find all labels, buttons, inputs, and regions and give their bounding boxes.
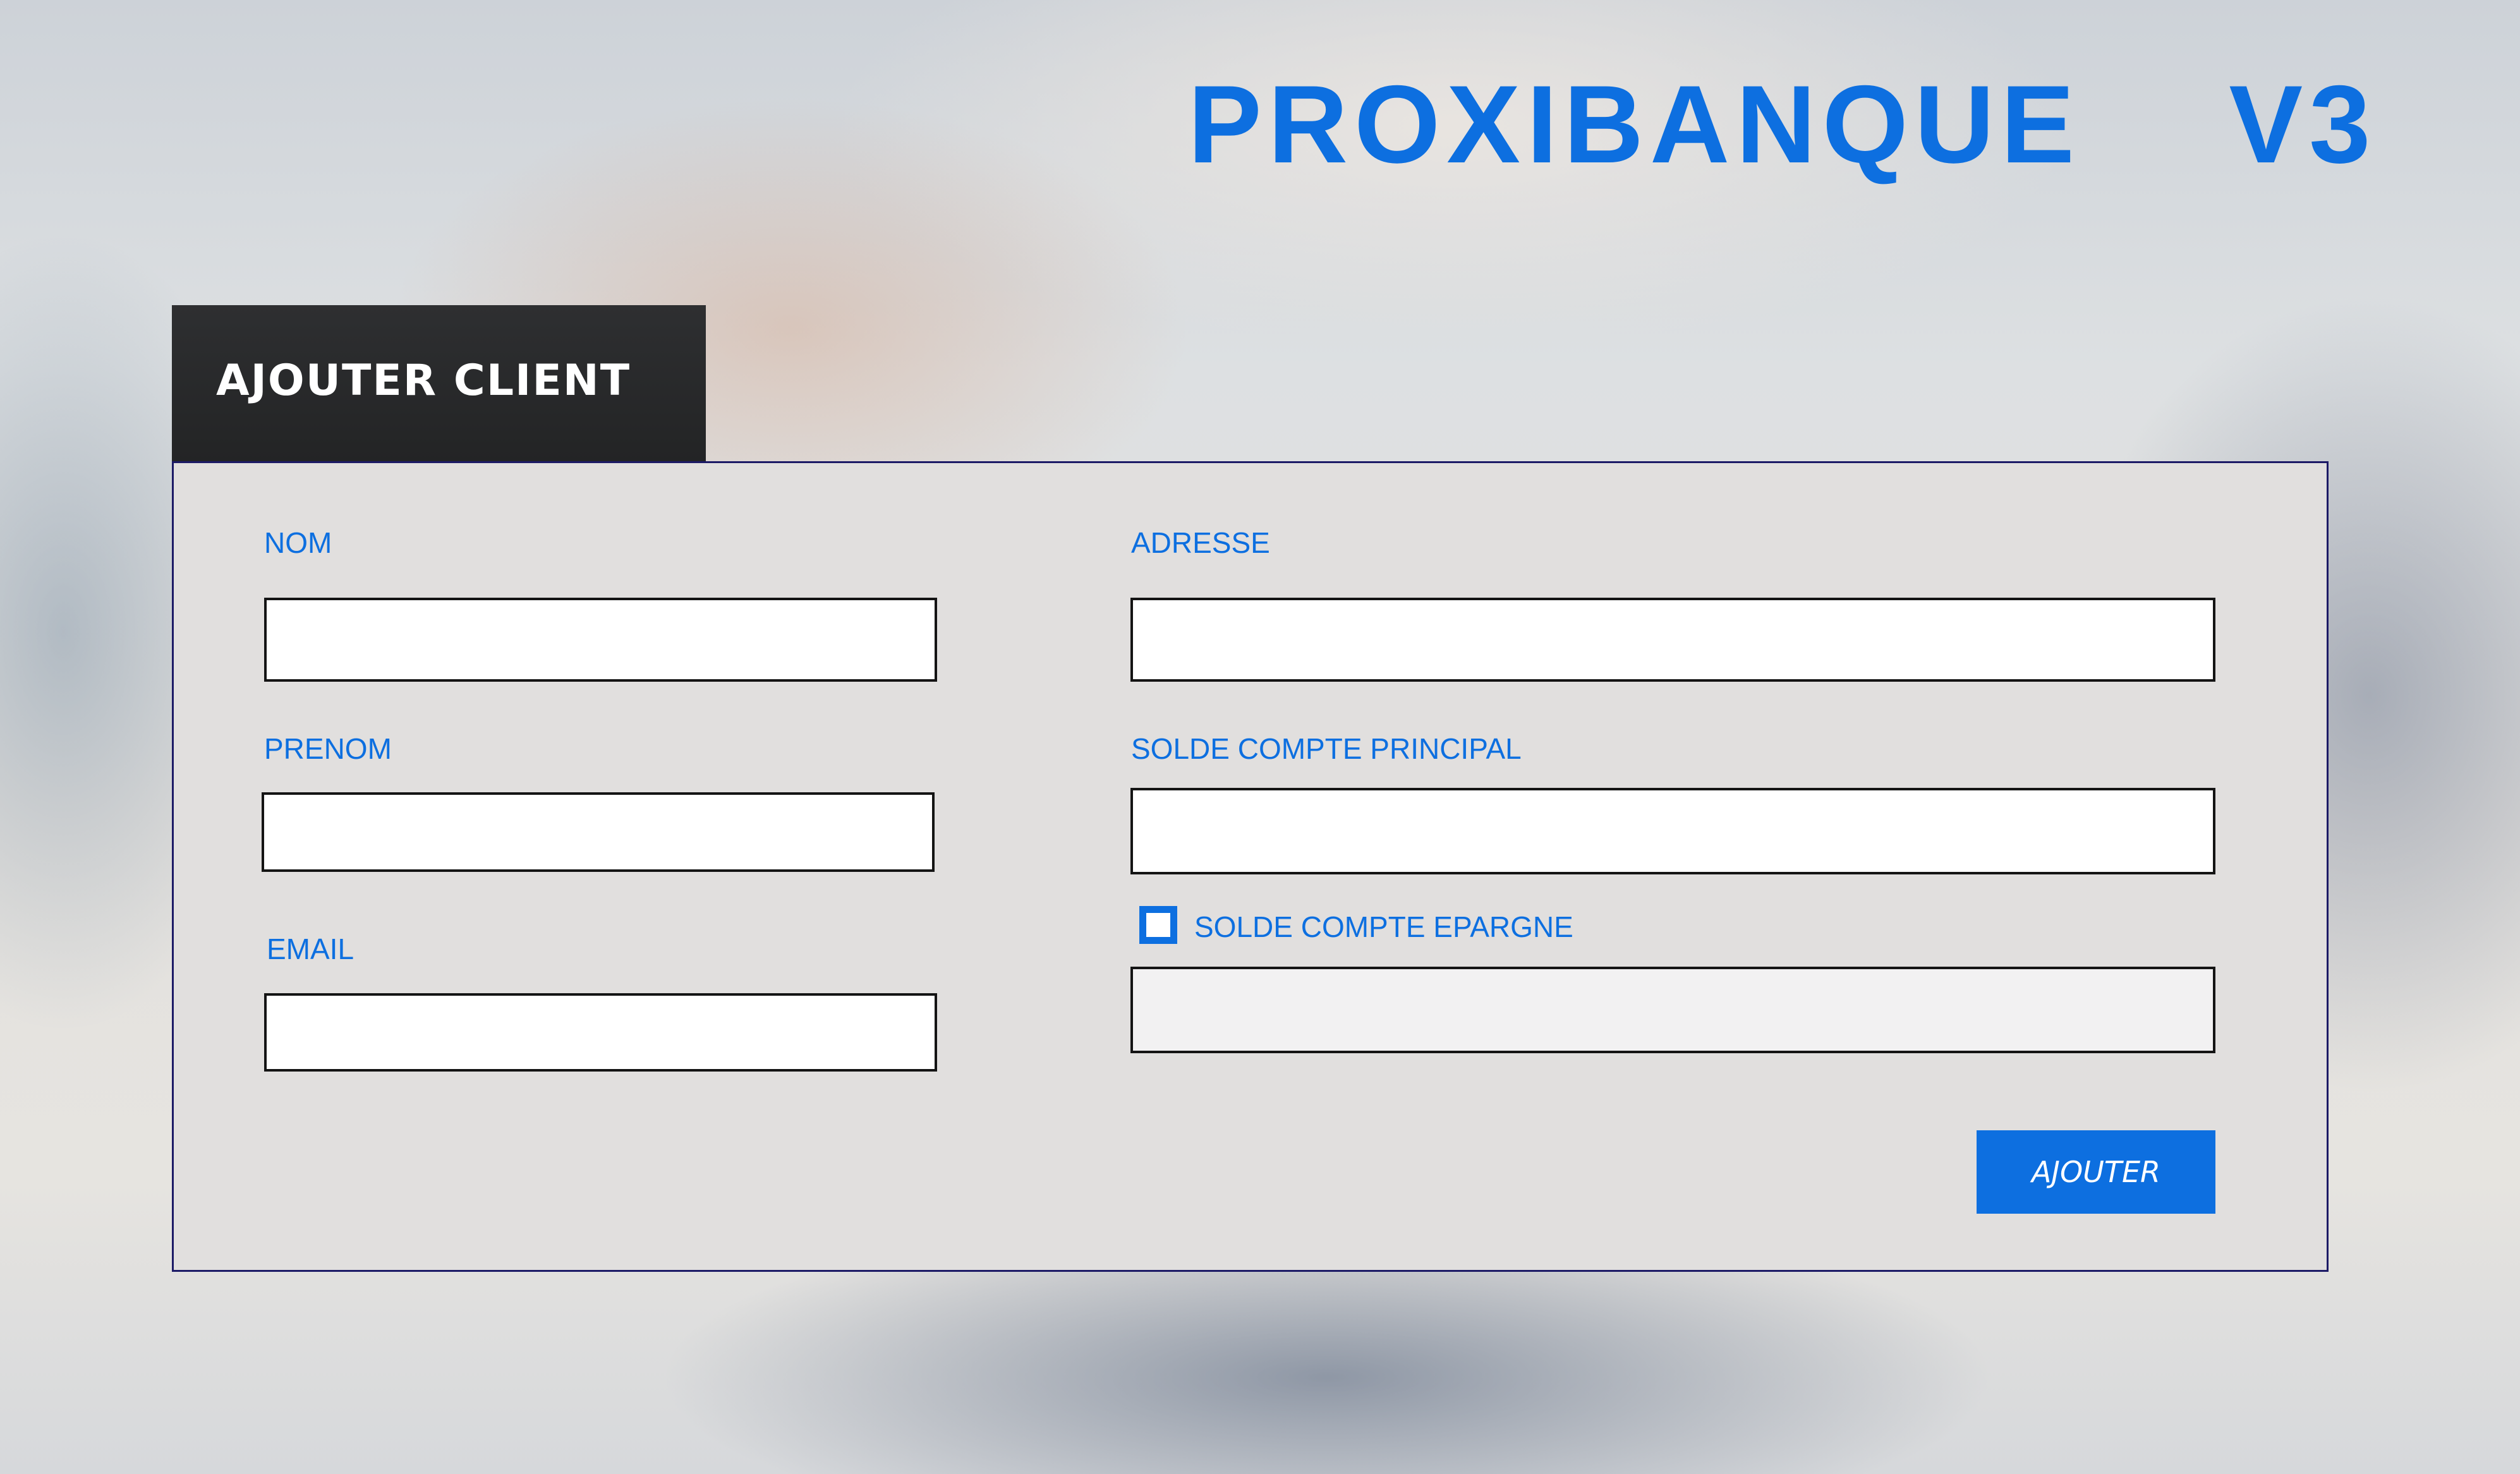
nom-input[interactable] — [264, 598, 937, 682]
nom-label: NOM — [264, 526, 332, 559]
email-input[interactable] — [264, 993, 937, 1072]
solde-epargne-label: SOLDE COMPTE EPARGNE — [1194, 910, 1573, 943]
email-label: EMAIL — [267, 933, 354, 965]
solde-epargne-checkbox[interactable] — [1139, 906, 1177, 944]
app-title: PROXIBANQUE V3 — [1188, 63, 2377, 186]
ajouter-button[interactable]: AJOUTER — [1977, 1130, 2215, 1214]
solde-principal-label: SOLDE COMPTE PRINCIPAL — [1131, 732, 1522, 765]
prenom-input[interactable] — [262, 792, 935, 872]
solde-principal-input[interactable] — [1130, 788, 2215, 874]
form-header-tab: AJOUTER CLIENT — [172, 305, 706, 462]
solde-epargne-input[interactable] — [1130, 967, 2215, 1053]
prenom-label: PRENOM — [264, 732, 392, 765]
adresse-input[interactable] — [1130, 598, 2215, 682]
form-header-title: AJOUTER CLIENT — [216, 355, 631, 406]
adresse-label: ADRESSE — [1131, 526, 1270, 559]
